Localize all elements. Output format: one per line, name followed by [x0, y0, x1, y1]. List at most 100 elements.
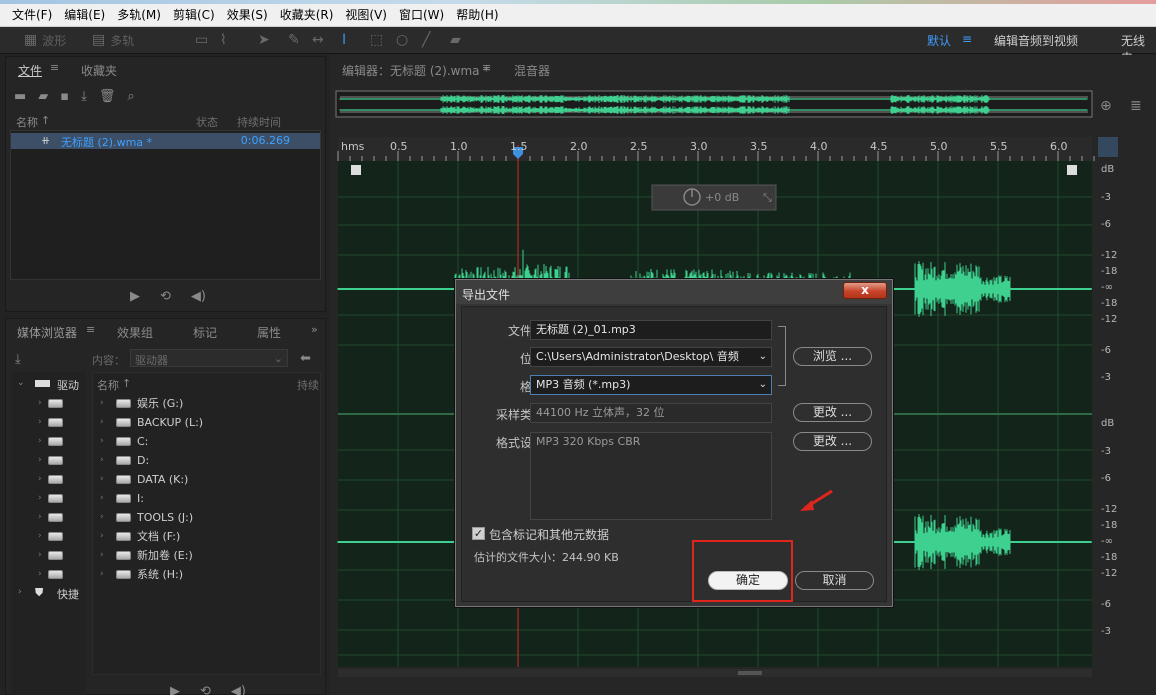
menu-item[interactable]: 剪辑(C): [167, 8, 221, 22]
tree-drive-node[interactable]: ›: [38, 508, 63, 526]
expand-arrow-icon[interactable]: ›: [100, 417, 110, 427]
include-markers-checkbox[interactable]: ✓: [472, 527, 485, 540]
back-arrow-icon[interactable]: ⬅: [300, 351, 311, 366]
col-status[interactable]: 状态: [196, 114, 218, 130]
autoplay-icon[interactable]: ◀): [191, 289, 206, 304]
expand-arrow-icon[interactable]: ›: [38, 474, 42, 484]
menu-item[interactable]: 文件(F): [6, 8, 58, 22]
open-folder-icon[interactable]: ▬: [14, 89, 26, 104]
headphone-button[interactable]: [1098, 137, 1118, 157]
zoom-corner-icon[interactable]: [351, 165, 361, 175]
pin-icon[interactable]: ⤡: [763, 191, 772, 204]
expand-arrow-icon[interactable]: ›: [38, 455, 42, 465]
pitch-display-button[interactable]: ⌇: [220, 30, 227, 50]
change-format-settings-button[interactable]: 更改 ...: [793, 432, 872, 451]
workspace-default[interactable]: 默认: [927, 32, 951, 49]
horizontal-scrollbar[interactable]: [338, 669, 1092, 677]
scrollbar-thumb[interactable]: [738, 671, 762, 675]
list-icon[interactable]: ≣: [1130, 98, 1142, 114]
multitrack-view-button[interactable]: ▤ 多轨: [92, 30, 134, 50]
expand-arrow-icon[interactable]: ›: [38, 436, 42, 446]
tree-drive-node[interactable]: ›: [38, 413, 63, 431]
zoom-icon[interactable]: ⊕: [1100, 98, 1112, 114]
expand-arrow-icon[interactable]: ›: [100, 436, 110, 446]
location-select[interactable]: C:\Users\Administrator\Desktop\ 音频 ⌄: [530, 347, 772, 367]
expand-arrow-icon[interactable]: ›: [100, 550, 110, 560]
menu-item[interactable]: 多轨(M): [111, 8, 167, 22]
file-row[interactable]: ⧺ 无标题 (2).wma * 0:06.269: [11, 133, 320, 149]
slip-tool-button[interactable]: ↔: [312, 30, 324, 50]
tab-favorites[interactable]: 收藏夹: [81, 62, 117, 79]
menu-item[interactable]: 帮助(H): [450, 8, 504, 22]
tree-drive-node[interactable]: ›: [38, 546, 63, 564]
tab-files[interactable]: 文件: [18, 62, 42, 79]
expand-arrow-icon[interactable]: ›: [38, 531, 42, 541]
tree-drive-node[interactable]: ›: [38, 470, 63, 488]
tree-drives[interactable]: 驱动: [57, 377, 79, 393]
expand-arrow-icon[interactable]: ›: [100, 455, 110, 465]
healing-tool-button[interactable]: ▰: [450, 30, 461, 50]
content-select[interactable]: 驱动器 ⌄: [130, 349, 288, 367]
expand-arrow-icon[interactable]: ›: [100, 474, 110, 484]
drive-row[interactable]: › DATA (K:): [100, 470, 188, 488]
autoplay-icon[interactable]: ◀): [231, 684, 246, 695]
col-name[interactable]: 名称: [97, 377, 119, 393]
expand-arrow-icon[interactable]: ›: [38, 398, 42, 408]
drive-row[interactable]: › BACKUP (L:): [100, 413, 203, 431]
tab-properties[interactable]: 属性: [257, 324, 281, 341]
col-duration[interactable]: 持续: [297, 377, 319, 393]
brush-tool-button[interactable]: ╱: [422, 30, 430, 50]
col-duration[interactable]: 持续时间: [237, 114, 281, 130]
col-name[interactable]: 名称: [16, 114, 38, 130]
cancel-button[interactable]: 取消: [795, 571, 874, 590]
tree-drive-node[interactable]: ›: [38, 432, 63, 450]
panel-menu-icon[interactable]: ≡: [50, 61, 59, 74]
drive-row[interactable]: › 新加卷 (E:): [100, 546, 193, 564]
change-sample-type-button[interactable]: 更改 ...: [793, 403, 872, 422]
import-media-icon[interactable]: ⤓: [15, 352, 21, 367]
zoom-corner-icon[interactable]: [1067, 165, 1077, 175]
tree-collapse-icon[interactable]: ›: [18, 587, 22, 597]
workspace-edit-video[interactable]: 编辑音频到视频: [994, 32, 1078, 49]
dialog-titlebar[interactable]: 导出文件 x: [456, 280, 892, 304]
loop-icon[interactable]: ⟲: [160, 289, 171, 304]
marquee-tool-button[interactable]: ⬚: [370, 30, 383, 50]
menu-item[interactable]: 编辑(E): [58, 8, 111, 22]
insert-icon[interactable]: ⤓: [81, 89, 87, 104]
drive-row[interactable]: › 系统 (H:): [100, 565, 183, 583]
include-markers-label[interactable]: 包含标记和其他元数据: [489, 526, 609, 543]
lasso-tool-button[interactable]: ○: [396, 30, 408, 50]
expand-arrow-icon[interactable]: ›: [100, 398, 110, 408]
expand-arrow-icon[interactable]: ›: [100, 569, 110, 579]
import-icon[interactable]: ▰: [38, 89, 48, 104]
spectral-display-button[interactable]: ▭: [195, 30, 208, 50]
tree-drive-node[interactable]: ›: [38, 565, 63, 583]
drive-row[interactable]: › 娱乐 (G:): [100, 394, 183, 412]
drive-row[interactable]: › TOOLS (J:): [100, 508, 193, 526]
panel-menu-icon[interactable]: ≡: [86, 323, 95, 336]
play-icon[interactable]: ▶: [170, 684, 180, 695]
play-icon[interactable]: ▶: [130, 289, 140, 304]
overview-bar[interactable]: [335, 90, 1093, 118]
menu-item[interactable]: 窗口(W): [393, 8, 450, 22]
drive-row[interactable]: › C:: [100, 432, 148, 450]
search-icon[interactable]: ⌕: [127, 89, 134, 104]
razor-tool-button[interactable]: ✎: [288, 30, 300, 50]
panel-overflow-icon[interactable]: »: [311, 323, 318, 336]
tree-drive-node[interactable]: ›: [38, 451, 63, 469]
tree-drive-node[interactable]: ›: [38, 527, 63, 545]
move-tool-button[interactable]: ➤: [258, 30, 270, 50]
delete-icon[interactable]: 🗑: [99, 89, 116, 104]
waveform-view-button[interactable]: ▦ 波形: [24, 30, 66, 50]
drive-row[interactable]: › 文档 (F:): [100, 527, 180, 545]
time-selection-tool-button[interactable]: I: [342, 30, 346, 50]
menu-item[interactable]: 收藏夹(R): [274, 8, 340, 22]
expand-arrow-icon[interactable]: ›: [38, 493, 42, 503]
tab-effects-rack[interactable]: 效果组: [117, 324, 153, 341]
format-select[interactable]: MP3 音频 (*.mp3) ⌄: [530, 375, 772, 395]
loop-icon[interactable]: ⟲: [200, 684, 211, 695]
tree-drive-node[interactable]: ›: [38, 489, 63, 507]
menu-item[interactable]: 视图(V): [339, 8, 393, 22]
tab-markers[interactable]: 标记: [193, 324, 217, 341]
close-button[interactable]: x: [843, 282, 887, 299]
